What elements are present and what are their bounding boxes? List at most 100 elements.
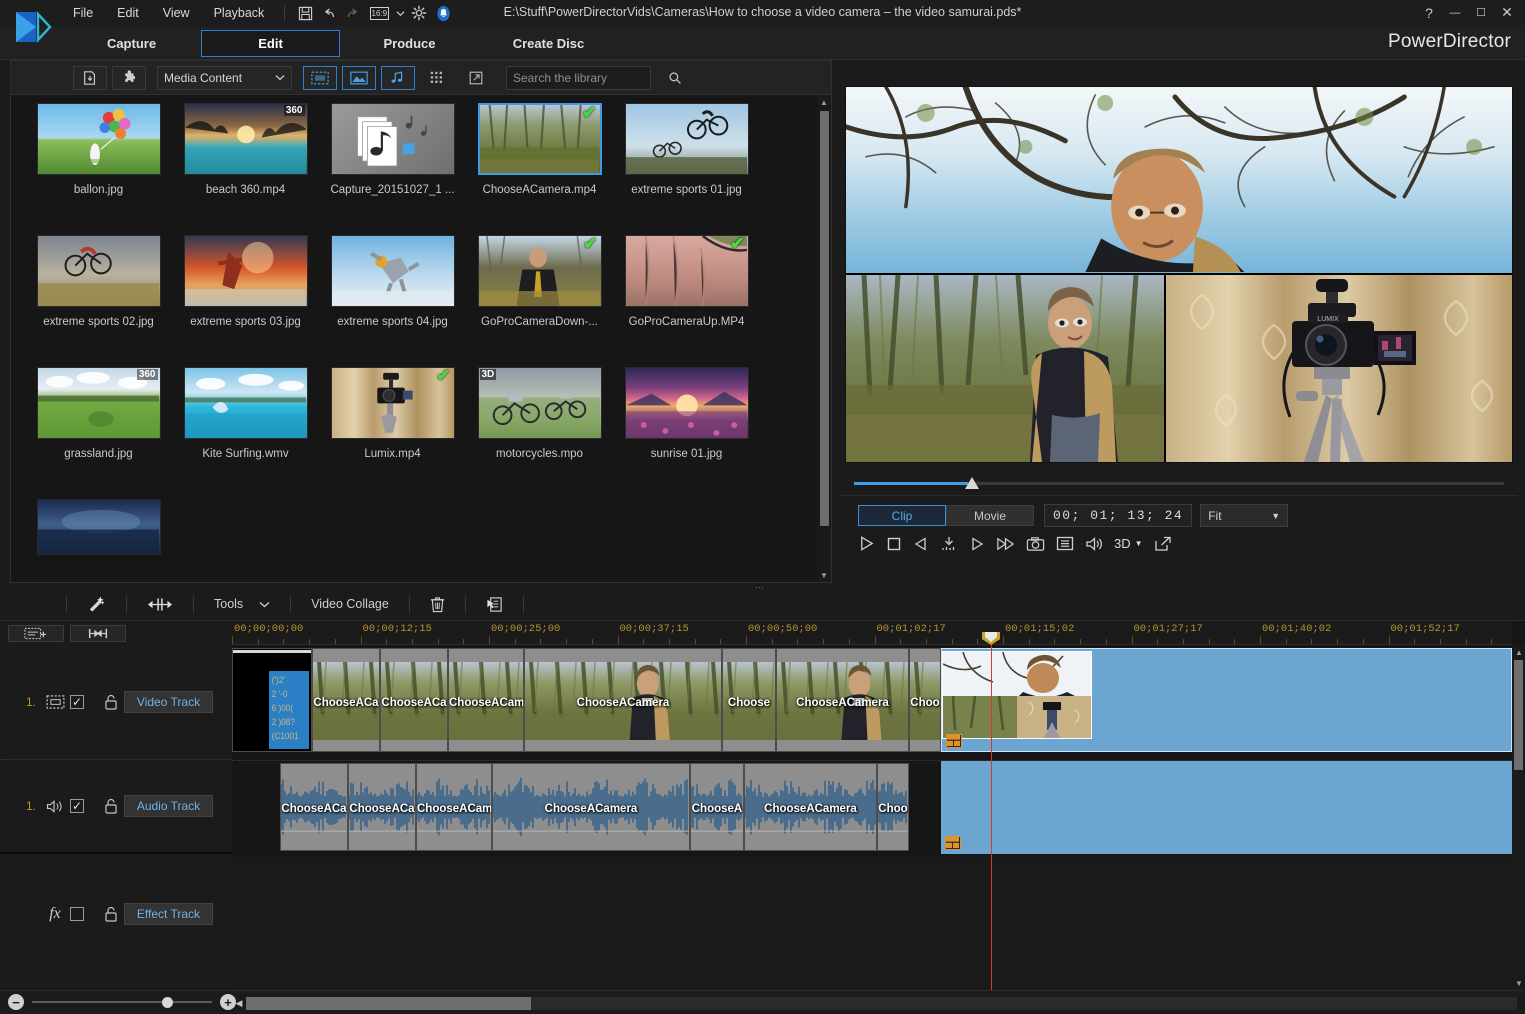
- library-item-goprocameradown[interactable]: ✔ GoProCameraDown-...: [466, 235, 613, 367]
- track-enable-checkbox-audio[interactable]: ✓: [70, 799, 84, 813]
- timeline-audio-clip[interactable]: Choo: [877, 763, 909, 851]
- library-item-capture[interactable]: Capture_20151027_1 ...: [319, 103, 466, 235]
- scroll-down-icon[interactable]: ▼: [817, 568, 831, 582]
- menu-file[interactable]: File: [62, 2, 104, 24]
- library-item-chooseacamera[interactable]: ✔ ChooseACamera.mp4: [466, 103, 613, 235]
- maximize-button[interactable]: ☐: [1473, 6, 1489, 19]
- step-marker-button[interactable]: [940, 535, 958, 552]
- library-item-motorcycles[interactable]: 3D motorcycles.mpo: [466, 367, 613, 499]
- library-item-beach360[interactable]: 360 beach 360.mp4: [172, 103, 319, 235]
- track-lock-button-video[interactable]: [98, 694, 124, 710]
- undo-icon[interactable]: [318, 3, 340, 23]
- scroll-up-icon[interactable]: ▲: [1512, 645, 1525, 659]
- track-name-effect[interactable]: Effect Track: [124, 903, 213, 925]
- timeline-audio-selection[interactable]: [941, 761, 1512, 854]
- scrollbar-thumb[interactable]: [246, 997, 531, 1010]
- detach-preview-button[interactable]: [1154, 536, 1172, 552]
- track-name-audio[interactable]: Audio Track: [124, 795, 213, 817]
- volume-button[interactable]: [1085, 536, 1103, 552]
- zoom-out-button[interactable]: −: [8, 994, 24, 1010]
- menu-view[interactable]: View: [152, 2, 201, 24]
- aspect-ratio-icon[interactable]: 16:9: [366, 3, 392, 23]
- timeline-audio-clip[interactable]: ChooseACamera: [744, 763, 877, 851]
- timeline-audio-clip[interactable]: ChooseACame: [416, 763, 492, 851]
- timeline-video-clip[interactable]: ChooseACa: [380, 648, 448, 752]
- track-lock-button-audio[interactable]: [98, 798, 124, 814]
- play-button[interactable]: [858, 535, 875, 552]
- clip-properties-button[interactable]: [480, 592, 509, 616]
- magic-movie-wizard-button[interactable]: [81, 592, 112, 616]
- video-track-lane[interactable]: (')2'2 '-06 )00(2 )08?(C1001 ChooseACa C…: [232, 645, 1512, 760]
- scroll-left-icon[interactable]: ◀: [232, 998, 246, 1009]
- preview-3d-toggle[interactable]: 3D ▼: [1114, 536, 1143, 551]
- media-filter-dropdown[interactable]: Media Content: [157, 66, 292, 90]
- fast-forward-button[interactable]: [996, 536, 1015, 552]
- next-frame-button[interactable]: [969, 536, 985, 552]
- track-enable-checkbox-video[interactable]: ✓: [70, 695, 84, 709]
- library-item-grassland[interactable]: 360 grassland.jpg: [25, 367, 172, 499]
- import-media-button[interactable]: [73, 66, 107, 90]
- filter-audio-button[interactable]: [381, 66, 415, 90]
- preview-seek-bar[interactable]: [854, 477, 1504, 491]
- library-item-sunrise[interactable]: sunrise 01.jpg: [613, 367, 760, 499]
- preview-mode-clip-button[interactable]: Clip: [858, 505, 946, 526]
- trim-button[interactable]: [141, 592, 179, 616]
- snapshot-button[interactable]: [1026, 536, 1045, 552]
- timeline-audio-clip[interactable]: ChooseACa: [348, 763, 416, 851]
- track-enable-checkbox-effect[interactable]: [70, 907, 84, 921]
- video-collage-button[interactable]: Video Collage: [305, 592, 395, 616]
- track-lock-button-effect[interactable]: [98, 906, 124, 922]
- notification-bell-icon[interactable]: [432, 3, 454, 23]
- timeline-audio-clip[interactable]: ChooseA: [690, 763, 744, 851]
- timeline-video-clip[interactable]: Choose: [722, 648, 776, 752]
- redo-icon[interactable]: [342, 3, 364, 23]
- track-manager-button[interactable]: [8, 625, 64, 642]
- timeline-ruler[interactable]: 00;00;00;0000;00;12;1500;00;25;0000;00;3…: [232, 621, 1512, 645]
- library-item-extreme-sports-02[interactable]: extreme sports 02.jpg: [25, 235, 172, 367]
- library-item-ballon[interactable]: ballon.jpg: [25, 103, 172, 235]
- settings-gear-icon[interactable]: [408, 3, 430, 23]
- timeline-vertical-scrollbar[interactable]: ▲ ▼: [1512, 645, 1525, 990]
- plugin-button[interactable]: [112, 66, 146, 90]
- close-button[interactable]: ✕: [1499, 4, 1515, 21]
- preview-stage[interactable]: LUMIX: [845, 86, 1513, 463]
- save-icon[interactable]: [294, 3, 316, 23]
- timeline-video-clip[interactable]: ChooseACa: [312, 648, 380, 752]
- help-button[interactable]: ?: [1421, 5, 1437, 21]
- library-search-box[interactable]: [506, 66, 651, 90]
- timeline-video-clip[interactable]: ChooseACamera: [524, 648, 722, 752]
- effect-track-lane[interactable]: [232, 857, 1512, 990]
- preview-zoom-dropdown[interactable]: Fit ▼: [1200, 504, 1288, 527]
- library-item-kite-surfing[interactable]: Kite Surfing.wmv: [172, 367, 319, 499]
- timeline-video-clip[interactable]: ChooseACame: [448, 648, 524, 752]
- audio-track-lane[interactable]: ChooseACaChooseACaChooseACameChooseACame…: [232, 761, 1512, 854]
- library-item-goprocameraup[interactable]: ✔ GoProCameraUp.MP4: [613, 235, 760, 367]
- zoom-slider-handle[interactable]: [162, 997, 173, 1008]
- previous-frame-button[interactable]: [913, 536, 929, 552]
- zoom-slider[interactable]: [32, 994, 212, 1010]
- seek-handle[interactable]: [965, 477, 979, 489]
- search-input[interactable]: [513, 71, 668, 85]
- track-name-video[interactable]: Video Track: [124, 691, 213, 713]
- filter-image-button[interactable]: [342, 66, 376, 90]
- tab-capture[interactable]: Capture: [62, 30, 201, 57]
- filter-video-button[interactable]: [303, 66, 337, 90]
- timeline-horizontal-scrollbar[interactable]: ◀: [232, 995, 1517, 1011]
- preview-timecode[interactable]: 00; 01; 13; 24: [1044, 504, 1192, 527]
- library-item-extreme-sports-01[interactable]: extreme sports 01.jpg: [613, 103, 760, 235]
- scrollbar-thumb[interactable]: [820, 111, 829, 526]
- menu-edit[interactable]: Edit: [106, 2, 150, 24]
- scroll-down-icon[interactable]: ▼: [1512, 976, 1525, 990]
- tab-produce[interactable]: Produce: [340, 30, 479, 57]
- library-item-lumix[interactable]: ✔ Lumix.mp4: [319, 367, 466, 499]
- timeline-video-clip[interactable]: (')2'2 '-06 )00(2 )08?(C1001: [232, 648, 312, 752]
- timeline-video-clip[interactable]: ChooseACamera: [776, 648, 909, 752]
- menu-playback[interactable]: Playback: [203, 2, 276, 24]
- aspect-ratio-chevron-icon[interactable]: [394, 3, 406, 23]
- stop-button[interactable]: [886, 536, 902, 552]
- library-expand-button[interactable]: [459, 66, 493, 90]
- library-item-extreme-sports-03[interactable]: extreme sports 03.jpg: [172, 235, 319, 367]
- minimize-button[interactable]: —: [1447, 7, 1463, 19]
- timeline-audio-clip[interactable]: ChooseACa: [280, 763, 348, 851]
- scroll-up-icon[interactable]: ▲: [817, 95, 831, 109]
